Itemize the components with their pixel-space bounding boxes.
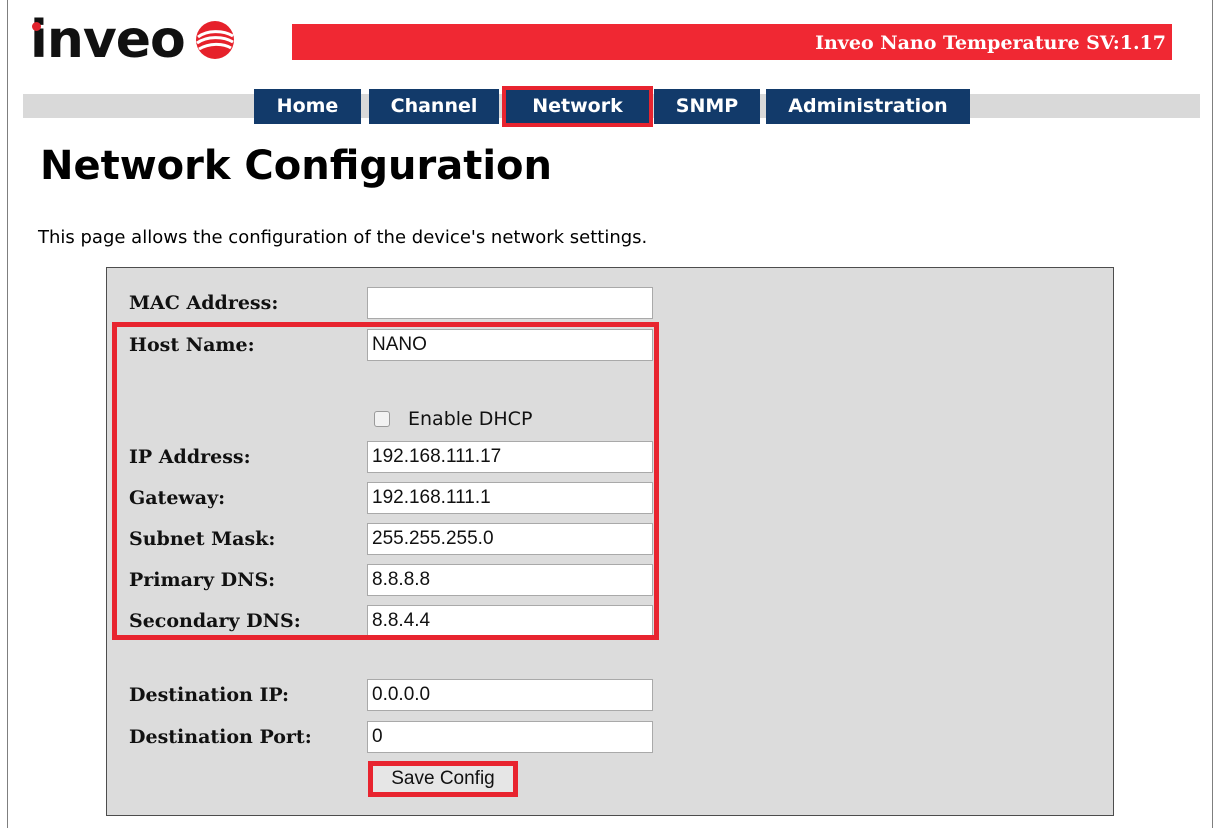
- logo-dot: [32, 22, 41, 31]
- logo-ball-icon: [195, 21, 234, 59]
- ip-address-field[interactable]: [367, 441, 653, 473]
- tab-home[interactable]: Home: [254, 89, 361, 124]
- save-config-button[interactable]: Save Config: [368, 761, 518, 797]
- subnet-mask-field[interactable]: [367, 523, 653, 555]
- gateway-label: Gateway:: [129, 487, 226, 509]
- destination-ip-field[interactable]: [367, 679, 653, 711]
- destination-port-label: Destination Port:: [129, 726, 312, 748]
- dhcp-checkbox[interactable]: [374, 411, 390, 427]
- logo-text: inveo: [30, 10, 186, 70]
- host-name-field[interactable]: [367, 329, 653, 361]
- inveo-logo: inveo: [30, 10, 235, 70]
- dhcp-option[interactable]: Enable DHCP: [374, 406, 532, 432]
- header-title: Inveo Nano Temperature SV:1.17: [292, 24, 1172, 60]
- tab-network[interactable]: Network: [502, 86, 653, 127]
- tab-administration[interactable]: Administration: [766, 89, 970, 124]
- page-intro: This page allows the configuration of th…: [38, 227, 648, 248]
- secondary-dns-field[interactable]: [367, 605, 653, 637]
- primary-dns-label: Primary DNS:: [129, 569, 276, 591]
- page-title: Network Configuration: [40, 143, 552, 189]
- subnet-mask-label: Subnet Mask:: [129, 528, 276, 550]
- host-name-label: Host Name:: [129, 334, 255, 356]
- gateway-field[interactable]: [367, 482, 653, 514]
- tab-snmp[interactable]: SNMP: [654, 89, 760, 124]
- ip-address-label: IP Address:: [129, 446, 251, 468]
- mac-address-field[interactable]: [367, 287, 653, 319]
- secondary-dns-label: Secondary DNS:: [129, 610, 301, 632]
- mac-address-label: MAC Address:: [129, 292, 279, 314]
- dhcp-label: Enable DHCP: [408, 408, 533, 430]
- primary-dns-field[interactable]: [367, 564, 653, 596]
- destination-ip-label: Destination IP:: [129, 684, 289, 706]
- destination-port-field[interactable]: [367, 721, 653, 753]
- tab-channel[interactable]: Channel: [369, 89, 499, 124]
